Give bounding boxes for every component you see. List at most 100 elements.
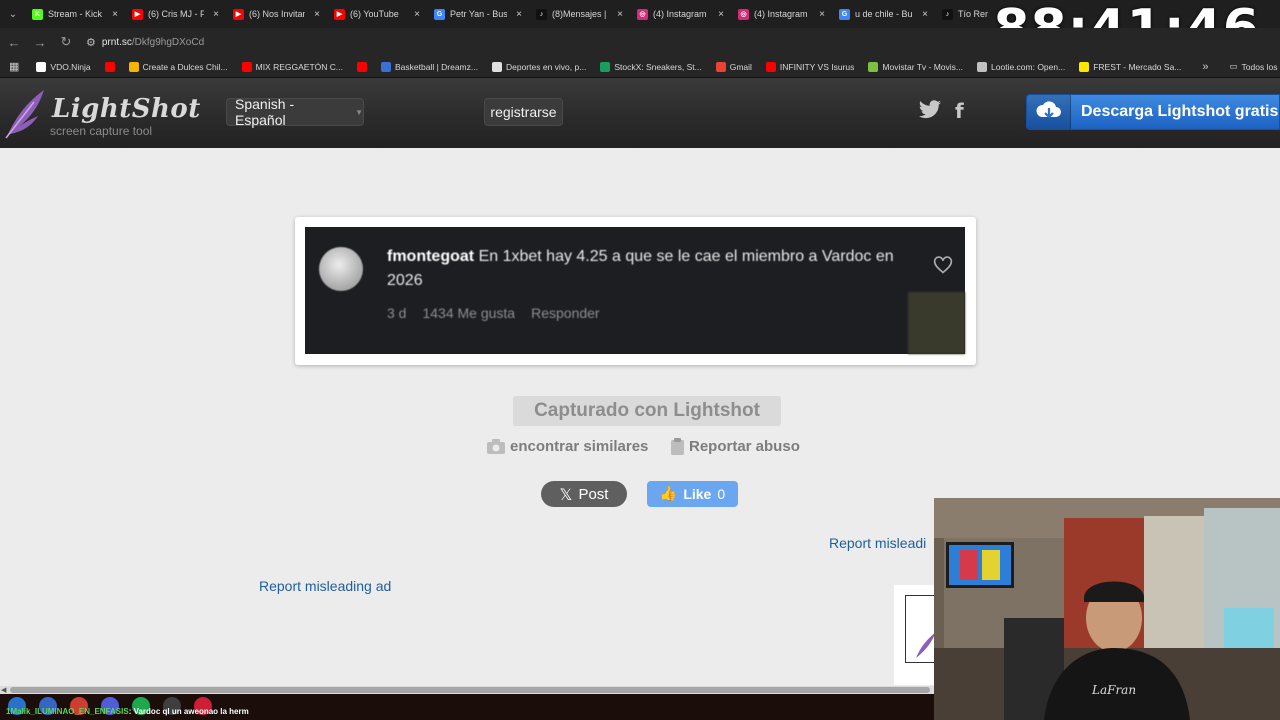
- bookmark-label: INFINITY VS Isurus: [779, 61, 855, 72]
- apps-grid-icon[interactable]: ▦: [0, 60, 29, 73]
- bookmark-item[interactable]: FREST - Mercado Sa...: [1072, 61, 1188, 72]
- bookmark-item[interactable]: Create a Dulces Chil...: [122, 61, 235, 72]
- tab-item[interactable]: Gu de chile - Bu ×: [833, 0, 936, 28]
- chat-username: 1Malik_ILUMINAO_EN_ENFASIS: [6, 707, 129, 716]
- x-logo-icon: 𝕏: [559, 484, 573, 504]
- comment-reply: Responder: [531, 305, 600, 321]
- logo-tagline: screen capture tool: [50, 124, 153, 138]
- chat-overlay: 1Malik_ILUMINAO_EN_ENFASIS: Vardoc ql un…: [6, 707, 249, 716]
- bookmark-label: Create a Dulces Chil...: [142, 61, 228, 72]
- url-host: prnt.sc: [101, 36, 132, 48]
- bookmark-favicon-icon: [356, 61, 367, 72]
- like-count: 0: [717, 486, 726, 502]
- tab-item[interactable]: ▶ (6) Cris MJ - Fr ×: [126, 0, 227, 28]
- bookmark-label: Movistar Tv - Movis...: [882, 61, 964, 72]
- tab-favicon-icon: ◎: [637, 8, 648, 20]
- tab-favicon-icon: K: [32, 8, 43, 20]
- tab-favicon-icon: ◎: [738, 8, 749, 20]
- bookmark-item[interactable]: StockX: Sneakers, St...: [593, 61, 708, 72]
- language-select[interactable]: Spanish - Español ▼: [226, 96, 364, 128]
- language-label: Spanish - Español: [235, 96, 295, 128]
- reload-icon[interactable]: ↻: [54, 34, 78, 50]
- bookmark-item[interactable]: VDO.Ninja: [29, 61, 97, 72]
- bookmark-item[interactable]: [350, 61, 374, 72]
- tab-favicon-icon: ▶: [233, 8, 244, 20]
- comment-username: fmontegoat: [387, 248, 475, 265]
- bookmark-label: Basketball | Dreamz...: [394, 61, 478, 72]
- webcam-overlay: LaFran: [934, 498, 1280, 720]
- bookmark-favicon-icon: [36, 61, 47, 72]
- download-lightshot-button[interactable]: Descarga Lightshot gratis: [1026, 94, 1280, 130]
- report-abuse-link[interactable]: Reportar abuso: [671, 438, 800, 455]
- bookmark-item[interactable]: Lootie.com: Open...: [970, 61, 1072, 72]
- bookmark-item[interactable]: INFINITY VS Isurus: [759, 61, 861, 72]
- facebook-icon[interactable]: f: [955, 99, 973, 123]
- bookmark-label: Gmail: [729, 61, 752, 72]
- report-misleading-ad-link[interactable]: Report misleadi: [829, 535, 926, 551]
- tab-item[interactable]: G Petr Yan - Busc ×: [428, 0, 530, 28]
- comment-text: fmontegoat En 1xbet hay 4.25 a que se le…: [387, 245, 907, 293]
- bookmark-item[interactable]: MIX REGGAETÓN C...: [235, 61, 350, 72]
- tab-item[interactable]: ◎ (4) Instagram ×: [732, 0, 833, 28]
- tab-item[interactable]: ◎ (4) Instagram ×: [631, 0, 732, 28]
- report-misleading-ad-link[interactable]: Report misleading ad: [259, 578, 391, 594]
- scrollbar-thumb[interactable]: [10, 687, 930, 693]
- tab-close-icon[interactable]: ×: [314, 9, 320, 20]
- tab-search-chevron-icon[interactable]: ⌄: [0, 9, 26, 20]
- scroll-left-icon[interactable]: ◀: [1, 686, 6, 694]
- tab-favicon-icon: G: [434, 8, 445, 20]
- tab-close-icon[interactable]: ×: [516, 9, 522, 20]
- tab-item[interactable]: ▶ (6) YouTube ×: [328, 0, 428, 28]
- tab-title: (4) Instagram: [653, 9, 707, 19]
- bookmark-label: Deportes en vivo, p...: [505, 61, 587, 72]
- camera-icon: [487, 439, 505, 454]
- tab-title: (6) Nos Invitan: [249, 9, 306, 19]
- tab-item[interactable]: K Stream - Kick ×: [26, 0, 126, 28]
- avatar: [319, 247, 363, 291]
- captured-with-lightshot: Capturado con Lightshot: [513, 396, 781, 426]
- back-icon[interactable]: ←: [2, 35, 26, 50]
- address-bar[interactable]: ⚙ prnt.sc/Dkfg9hgDXoCd: [86, 36, 204, 49]
- forward-icon[interactable]: →: [28, 35, 52, 50]
- lightshot-logo[interactable]: LightShot screen capture tool: [4, 88, 200, 140]
- all-bookmarks-folder[interactable]: ▭ Todos los marcadores: [1223, 61, 1280, 72]
- tab-title: (6) Cris MJ - Fr: [148, 9, 205, 19]
- tab-close-icon[interactable]: ×: [617, 9, 623, 20]
- tab-favicon-icon: ♪: [942, 8, 953, 20]
- find-similar-link[interactable]: encontrar similares: [487, 438, 648, 455]
- tab-close-icon[interactable]: ×: [414, 9, 420, 20]
- blurred-patch: [908, 292, 965, 354]
- bookmark-item[interactable]: Basketball | Dreamz...: [374, 61, 485, 72]
- tab-close-icon[interactable]: ×: [112, 9, 118, 20]
- tab-close-icon[interactable]: ×: [213, 9, 219, 20]
- site-info-icon[interactable]: ⚙: [86, 36, 96, 49]
- bookmark-item[interactable]: Movistar Tv - Movis...: [861, 61, 970, 72]
- tab-close-icon[interactable]: ×: [922, 9, 928, 20]
- bookmark-label: StockX: Sneakers, St...: [614, 61, 702, 72]
- bookmark-item[interactable]: Gmail: [709, 61, 759, 72]
- bookmark-item[interactable]: Deportes en vivo, p...: [485, 61, 593, 72]
- clipboard-icon: [671, 438, 684, 455]
- ad-banner[interactable]: [894, 585, 936, 685]
- twitter-icon[interactable]: [918, 99, 942, 121]
- register-button[interactable]: registrarse: [484, 98, 563, 126]
- x-post-button[interactable]: 𝕏 Post: [541, 481, 627, 507]
- bookmark-item[interactable]: [98, 61, 122, 72]
- captured-screenshot[interactable]: fmontegoat En 1xbet hay 4.25 a que se le…: [305, 227, 965, 354]
- bookmark-label: FREST - Mercado Sa...: [1093, 61, 1182, 72]
- thumbs-up-icon: 👍: [659, 486, 678, 502]
- horizontal-scrollbar[interactable]: ◀: [0, 686, 934, 694]
- comment-likes: 1434 Me gusta: [422, 305, 516, 321]
- tabs: K Stream - Kick × ▶ (6) Cris MJ - Fr × ▶ (6) No…: [26, 0, 996, 28]
- tab-item[interactable]: ♪ Tío René y e: [936, 0, 996, 28]
- bookmark-list: VDO.Ninja Create a Dulces Chil... MIX REGG…: [29, 61, 1188, 72]
- tab-favicon-icon: ▶: [132, 8, 143, 20]
- more-bookmarks-icon[interactable]: »: [1188, 61, 1222, 73]
- facebook-like-button[interactable]: 👍 Like 0: [647, 481, 738, 507]
- tab-close-icon[interactable]: ×: [819, 9, 825, 20]
- tab-item[interactable]: ♪ (8)Mensajes | ×: [530, 0, 631, 28]
- bookmarks-bar: ▦ VDO.Ninja Create a Dulces Chil... MIX RE…: [0, 56, 1280, 78]
- tab-item[interactable]: ▶ (6) Nos Invitan ×: [227, 0, 328, 28]
- tab-close-icon[interactable]: ×: [718, 9, 724, 20]
- bookmark-favicon-icon: [715, 61, 726, 72]
